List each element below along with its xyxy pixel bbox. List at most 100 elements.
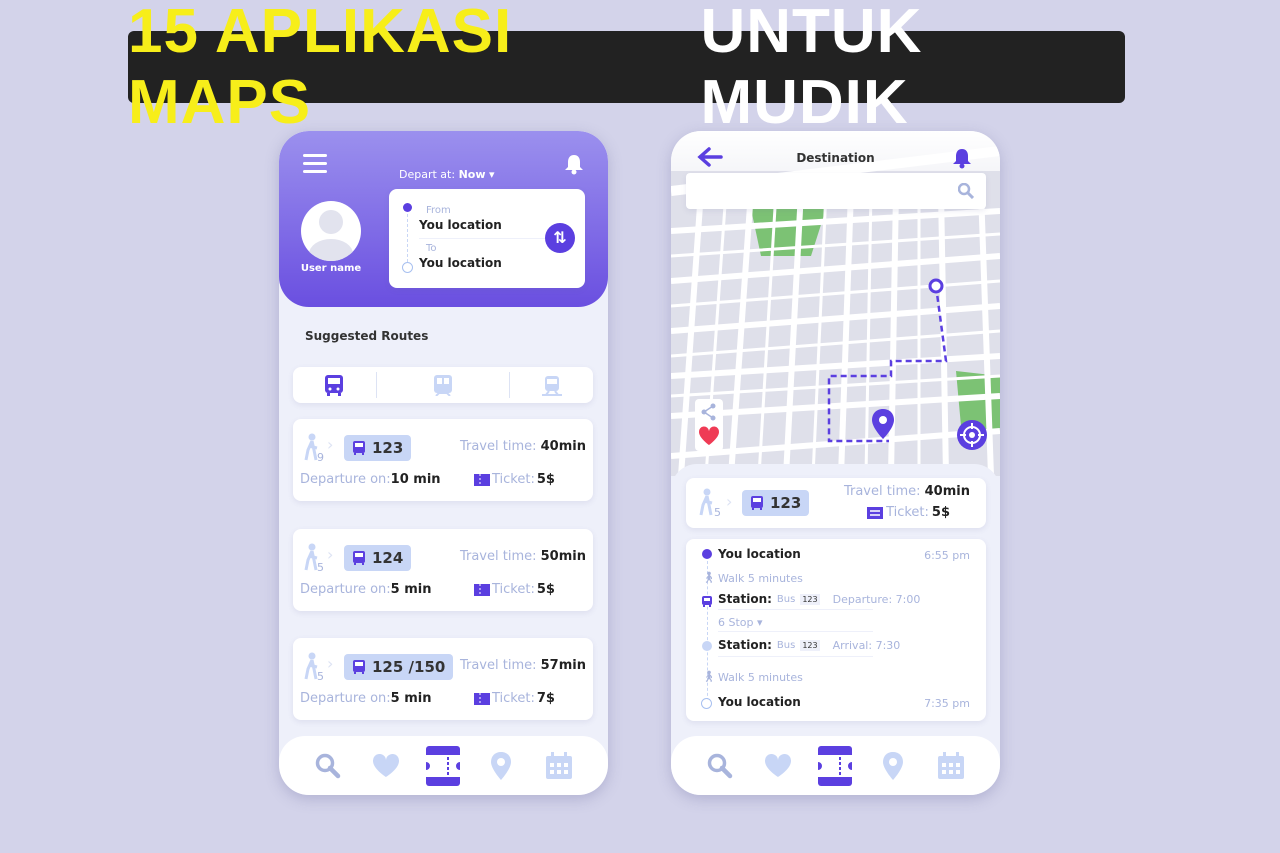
bus-number: 123 xyxy=(770,494,802,512)
departure-time: 5 min xyxy=(390,691,432,706)
end-time: 7:35 pm xyxy=(924,697,970,710)
banner-highlight: 15 APLIKASI MAPS xyxy=(128,0,513,137)
ticket-label: Ticket: xyxy=(886,505,929,520)
avatar[interactable] xyxy=(301,201,361,261)
travel-label: Travel time: xyxy=(459,549,537,564)
location-pin-icon xyxy=(876,751,910,781)
bus-badge: 123 xyxy=(742,490,810,516)
bottom-nav xyxy=(671,736,1000,795)
arrival-info: Arrival: 7:30 xyxy=(832,638,901,652)
menu-icon[interactable] xyxy=(303,153,329,175)
nav-calendar-button[interactable] xyxy=(542,751,576,780)
calendar-icon xyxy=(542,751,576,780)
banner-rest: UNTUK MUDIK xyxy=(700,0,923,137)
stops-count: 6 Stop xyxy=(718,616,754,629)
bell-icon[interactable] xyxy=(951,147,973,169)
tab-bus[interactable] xyxy=(293,374,376,396)
travel-label: Travel time: xyxy=(459,658,537,673)
bus-icon xyxy=(353,441,365,455)
nav-heart-button[interactable] xyxy=(761,753,795,778)
chevron-right-icon: › xyxy=(327,435,334,454)
end-location: You location xyxy=(718,695,801,709)
bus-label: Bus xyxy=(776,639,796,651)
search-icon[interactable] xyxy=(958,183,974,199)
locate-me-icon[interactable] xyxy=(956,419,988,451)
nav-calendar-button[interactable] xyxy=(934,751,968,780)
bus-number: 124 xyxy=(372,549,404,567)
nav-location-pin-button[interactable] xyxy=(876,751,910,781)
bus-icon xyxy=(702,596,712,607)
stops-toggle[interactable]: 6 Stop ▾ xyxy=(718,616,763,629)
from-input[interactable]: You location xyxy=(419,218,502,232)
ticket-label: Ticket: xyxy=(492,582,535,597)
swap-button[interactable]: ⇅ xyxy=(545,223,575,253)
travel-time: 40min xyxy=(540,439,586,454)
route-card[interactable]: 9 › 123 Travel time: 40min Departure on:… xyxy=(293,419,593,501)
nav-heart-button[interactable] xyxy=(369,753,403,778)
title-banner: 15 APLIKASI MAPS UNTUK MUDIK xyxy=(128,0,1125,137)
ticket-price: 7$ xyxy=(536,691,555,706)
departure-time: 5 min xyxy=(390,582,432,597)
bus-label: Bus xyxy=(776,593,796,605)
nav-search-button[interactable] xyxy=(311,753,345,779)
travel-time: 50min xyxy=(540,549,586,564)
depart-selector[interactable]: Depart at: Now ▾ xyxy=(399,168,495,181)
itinerary-card: You location 6:55 pm 🚶︎ Walk 5 minutes S… xyxy=(686,539,986,721)
nav-ticket-button[interactable] xyxy=(818,745,853,786)
station-label: Station: xyxy=(718,592,772,606)
tab-metro[interactable] xyxy=(377,374,509,396)
bus-icon xyxy=(353,660,365,674)
bus-number: 123 xyxy=(372,439,404,457)
walk-minutes: 5 xyxy=(317,561,324,574)
from-label: From xyxy=(426,205,451,216)
bus-number-tag: 123 xyxy=(800,593,820,605)
station-label: Station: xyxy=(718,638,772,652)
ticket-label: Ticket: xyxy=(492,472,535,487)
ticket-icon xyxy=(818,745,853,786)
nav-location-pin-button[interactable] xyxy=(484,751,518,781)
routes-phone: Depart at: Now ▾ User name From You loca… xyxy=(279,131,608,795)
ticket-icon xyxy=(474,692,490,705)
search-input[interactable] xyxy=(686,173,986,209)
search-icon xyxy=(703,753,737,779)
ticket-price: 5$ xyxy=(536,472,555,487)
metro-icon xyxy=(434,375,452,396)
map-actions xyxy=(695,399,723,451)
walk-minutes: 5 xyxy=(317,670,324,683)
bus-number-tag: 123 xyxy=(800,639,820,651)
travel-label: Travel time: xyxy=(459,439,537,454)
route-card[interactable]: 5 › 125 /150 Travel time: 57min Departur… xyxy=(293,638,593,720)
route-summary-card[interactable]: 5 › 123 Travel time: 40min Ticket: 5$ xyxy=(686,478,986,528)
to-label: To xyxy=(426,243,437,254)
favorite-heart-icon[interactable] xyxy=(698,426,720,446)
tab-train[interactable] xyxy=(510,374,593,396)
depart-value: Now xyxy=(458,168,486,181)
from-to-card: From You location To You location ⇅ xyxy=(389,189,585,288)
location-pin-icon xyxy=(484,751,518,781)
route-card[interactable]: 5 › 124 Travel time: 50min Departure on:… xyxy=(293,529,593,611)
bus-badge: 123 xyxy=(344,435,412,461)
travel-label: Travel time: xyxy=(843,484,921,499)
chevron-right-icon: › xyxy=(726,492,733,511)
nav-ticket-button[interactable] xyxy=(426,745,461,786)
bus-icon xyxy=(353,551,365,565)
bottom-nav xyxy=(279,736,608,795)
walk-step: Walk 5 minutes xyxy=(718,671,803,684)
walk-icon: 🚶︎ xyxy=(702,670,716,683)
departure-time: 10 min xyxy=(390,472,441,487)
walk-minutes: 5 xyxy=(714,506,721,519)
walk-minutes: 9 xyxy=(317,451,324,464)
train-icon xyxy=(541,376,562,396)
ticket-icon xyxy=(474,583,490,596)
to-input[interactable]: You location xyxy=(419,256,502,270)
nav-search-button[interactable] xyxy=(703,753,737,779)
departure-info: Departure: 7:00 xyxy=(832,592,921,606)
bus-badge: 125 /150 xyxy=(344,654,454,680)
bus-icon xyxy=(751,496,763,510)
departure-label: Departure on: xyxy=(300,582,391,597)
ticket-price: 5$ xyxy=(536,582,555,597)
chevron-right-icon: › xyxy=(327,654,334,673)
start-time: 6:55 pm xyxy=(924,549,970,562)
bell-icon[interactable] xyxy=(563,153,585,175)
share-icon[interactable] xyxy=(701,403,717,421)
